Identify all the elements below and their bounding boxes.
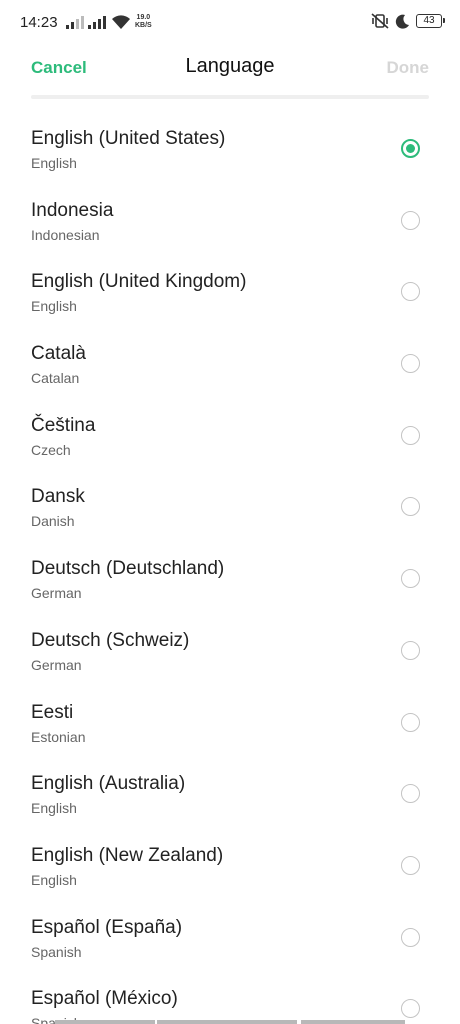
language-name: Español (España): [31, 916, 183, 938]
language-item[interactable]: English (United States) English: [0, 112, 460, 184]
header-divider: [31, 95, 429, 99]
radio-unselected-icon[interactable]: [401, 569, 420, 589]
radio-selected-icon[interactable]: [401, 139, 420, 158]
radio-unselected-icon[interactable]: [401, 354, 420, 374]
network-speed: 19.0 KB/S: [135, 14, 152, 30]
status-time: 14:23: [20, 14, 58, 31]
language-item[interactable]: English (United Kingdom) English: [0, 255, 460, 327]
language-name: Deutsch (Schweiz): [31, 629, 190, 651]
language-name: Čeština: [31, 414, 96, 436]
network-speed-unit: KB/S: [135, 22, 152, 29]
radio-unselected-icon[interactable]: [401, 497, 420, 517]
language-name: English (Australia): [31, 773, 186, 795]
language-item[interactable]: English (Australia) English: [0, 757, 460, 829]
status-right: 43: [371, 13, 445, 29]
language-english-name: English: [31, 298, 77, 315]
language-name: English (United Kingdom): [31, 271, 247, 293]
language-item[interactable]: Español (México) Spanish: [0, 972, 460, 1024]
language-item[interactable]: Deutsch (Schweiz) German: [0, 614, 460, 686]
language-english-name: German: [31, 656, 82, 673]
done-button[interactable]: Done: [387, 58, 430, 78]
radio-unselected-icon[interactable]: [401, 425, 420, 445]
language-english-name: Spanish: [31, 943, 82, 960]
language-english-name: Catalan: [31, 370, 80, 387]
language-english-name: English: [31, 800, 77, 817]
language-item[interactable]: Català Catalan: [0, 327, 460, 399]
radio-unselected-icon[interactable]: [401, 784, 420, 804]
language-item[interactable]: Dansk Danish: [0, 470, 460, 542]
status-bar: 14:23 19.0 KB/S 43: [0, 0, 460, 46]
home-indicator: [55, 1020, 405, 1024]
vibrate-icon: [371, 13, 389, 29]
language-item[interactable]: English (New Zealand) English: [0, 829, 460, 901]
radio-unselected-icon[interactable]: [401, 640, 420, 660]
language-english-name: Danish: [31, 513, 75, 530]
language-name: English (New Zealand): [31, 844, 224, 866]
language-name: Español (México): [31, 988, 178, 1010]
language-name: Deutsch (Deutschland): [31, 558, 225, 580]
radio-unselected-icon[interactable]: [401, 999, 420, 1019]
language-item[interactable]: Čeština Czech: [0, 399, 460, 471]
nav-bar: Cancel Language Done: [0, 46, 460, 92]
signal-icon: [88, 16, 108, 29]
language-item[interactable]: Deutsch (Deutschland) German: [0, 542, 460, 614]
language-english-name: German: [31, 585, 82, 602]
network-speed-value: 19.0: [136, 14, 151, 21]
language-name: Indonesia: [31, 199, 114, 221]
language-english-name: Czech: [31, 441, 71, 458]
language-item[interactable]: Eesti Estonian: [0, 686, 460, 758]
language-english-name: English: [31, 871, 77, 888]
moon-icon: [395, 14, 409, 29]
language-name: Català: [31, 343, 86, 365]
signal-icon: [66, 16, 86, 29]
language-english-name: Estonian: [31, 728, 86, 745]
radio-unselected-icon[interactable]: [401, 855, 420, 875]
language-name: Dansk: [31, 486, 85, 508]
wifi-icon: [112, 15, 130, 29]
language-english-name: English: [31, 155, 77, 171]
language-item[interactable]: Indonesia Indonesian: [0, 184, 460, 256]
language-english-name: Indonesian: [31, 226, 100, 243]
radio-unselected-icon[interactable]: [401, 712, 420, 732]
language-list: English (United States) English Indonesi…: [0, 112, 460, 1024]
battery-icon: 43: [416, 14, 445, 28]
language-name: English (United States): [31, 128, 226, 149]
radio-unselected-icon[interactable]: [401, 210, 420, 230]
language-name: Eesti: [31, 701, 74, 723]
radio-unselected-icon[interactable]: [401, 282, 420, 302]
radio-unselected-icon[interactable]: [401, 927, 420, 947]
language-item[interactable]: Español (España) Spanish: [0, 901, 460, 973]
